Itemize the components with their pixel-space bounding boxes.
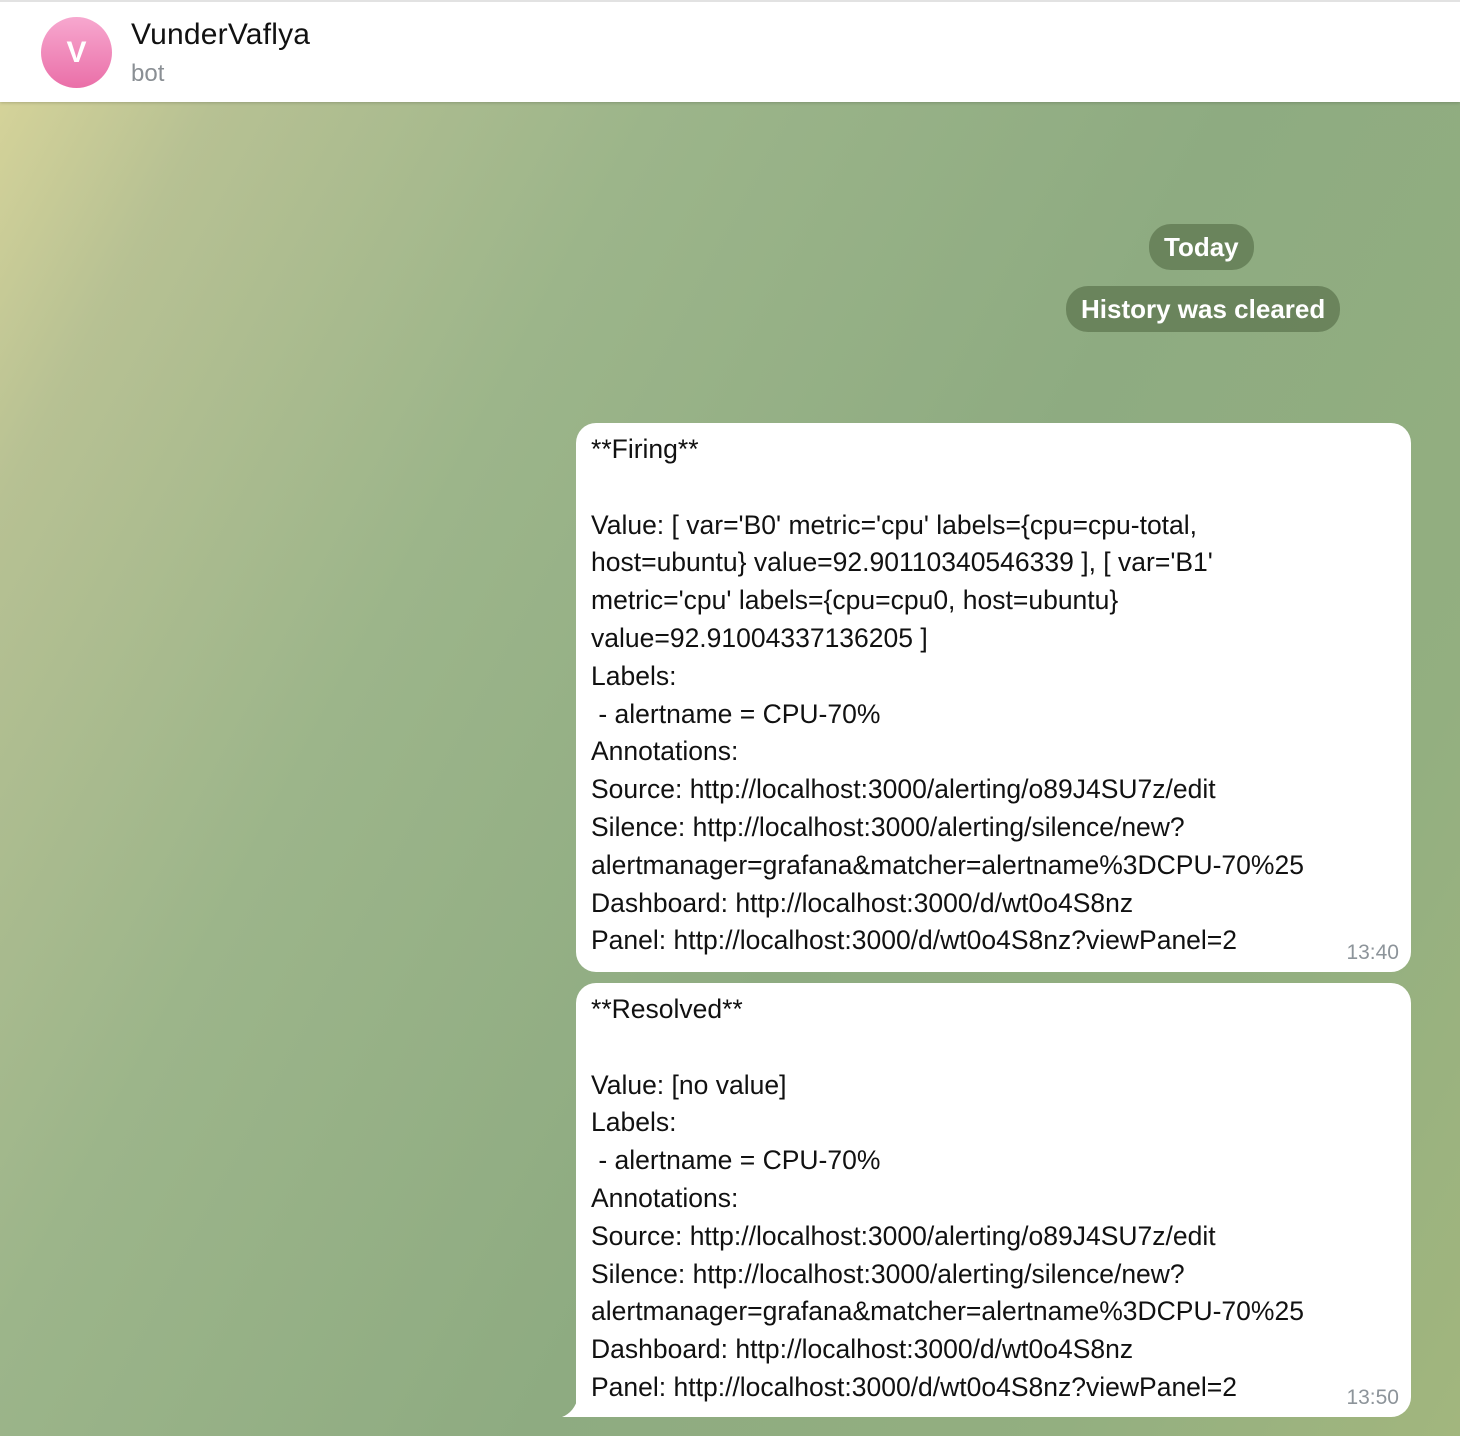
message-line-link[interactable]: Silence: http://localhost:3000/alerting/… xyxy=(591,1256,1396,1294)
message-text[interactable]: **Resolved** Value: [no value] Labels: -… xyxy=(591,991,1396,1407)
message-line-link[interactable]: Panel: http://localhost:3000/d/wt0o4S8nz… xyxy=(591,1369,1396,1407)
message-line: **Firing** xyxy=(591,434,699,464)
chat-header[interactable]: V VunderVaflya bot xyxy=(0,0,1460,102)
bubble-tail xyxy=(562,1397,578,1417)
message-line: Labels: xyxy=(591,660,677,691)
history-cleared-notice: History was cleared xyxy=(1066,286,1341,332)
message-text[interactable]: **Firing** Value: [ var='B0' metric='cpu… xyxy=(591,431,1396,960)
message-bubble-resolved[interactable]: **Resolved** Value: [no value] Labels: -… xyxy=(562,983,1411,1417)
message-line: metric='cpu' labels={cpu=cpu0, host=ubun… xyxy=(591,585,1119,616)
chat-window: V VunderVaflya bot Today History was cle… xyxy=(0,0,1460,1436)
message-line: value=92.91004337136205 ] xyxy=(591,622,928,653)
chat-title[interactable]: VunderVaflya xyxy=(131,18,310,52)
message-line: Annotations: xyxy=(591,736,739,767)
message-line: host=ubuntu} value=92.90110340546339 ], … xyxy=(591,547,1213,578)
message-line-link[interactable]: alertmanager=grafana&matcher=alertname%3… xyxy=(591,1293,1396,1331)
message-line-link[interactable]: Dashboard: http://localhost:3000/d/wt0o4… xyxy=(591,1331,1396,1369)
message-line-link[interactable]: Dashboard: http://localhost:3000/d/wt0o4… xyxy=(591,885,1396,923)
message-bubble-firing[interactable]: **Firing** Value: [ var='B0' metric='cpu… xyxy=(576,423,1411,972)
message-timestamp: 13:40 xyxy=(1346,941,1399,964)
avatar[interactable]: V xyxy=(41,17,112,88)
message-line: - alertname = CPU-70% xyxy=(591,698,881,729)
message-line: **Resolved** xyxy=(591,994,743,1024)
message-line: Labels: xyxy=(591,1107,677,1138)
date-separator: Today xyxy=(1149,224,1254,270)
message-line-link[interactable]: Source: http://localhost:3000/alerting/o… xyxy=(591,1218,1396,1256)
chat-status: bot xyxy=(131,60,165,87)
message-line: Value: [ var='B0' metric='cpu' labels={c… xyxy=(591,509,1198,540)
message-line xyxy=(591,469,1396,507)
message-line-link[interactable]: alertmanager=grafana&matcher=alertname%3… xyxy=(591,847,1396,885)
message-line: - alertname = CPU-70% xyxy=(591,1145,881,1176)
message-line-link[interactable]: Panel: http://localhost:3000/d/wt0o4S8nz… xyxy=(591,922,1396,960)
message-line-link[interactable]: Silence: http://localhost:3000/alerting/… xyxy=(591,809,1396,847)
message-line xyxy=(591,1029,1396,1067)
message-line: Annotations: xyxy=(591,1182,739,1213)
message-line-link[interactable]: Source: http://localhost:3000/alerting/o… xyxy=(591,771,1396,809)
message-line: Value: [no value] xyxy=(591,1069,787,1100)
message-timestamp: 13:50 xyxy=(1346,1386,1399,1409)
